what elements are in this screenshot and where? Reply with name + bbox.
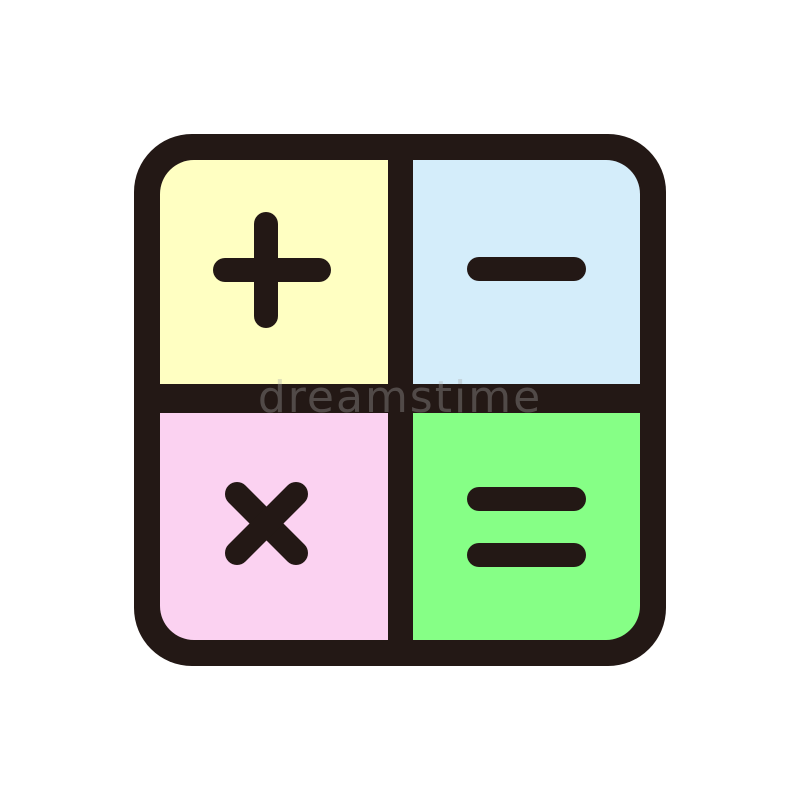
equals-icon — [467, 487, 586, 567]
plus-icon — [213, 212, 331, 328]
plus-cell — [160, 160, 388, 384]
equals-cell — [413, 413, 640, 640]
watermark-text: dreamstime — [257, 372, 543, 423]
minus-icon — [467, 257, 586, 281]
minus-cell — [413, 160, 640, 384]
canvas: dreamstime — [0, 0, 800, 800]
times-cell — [160, 413, 388, 640]
times-icon — [225, 482, 308, 565]
